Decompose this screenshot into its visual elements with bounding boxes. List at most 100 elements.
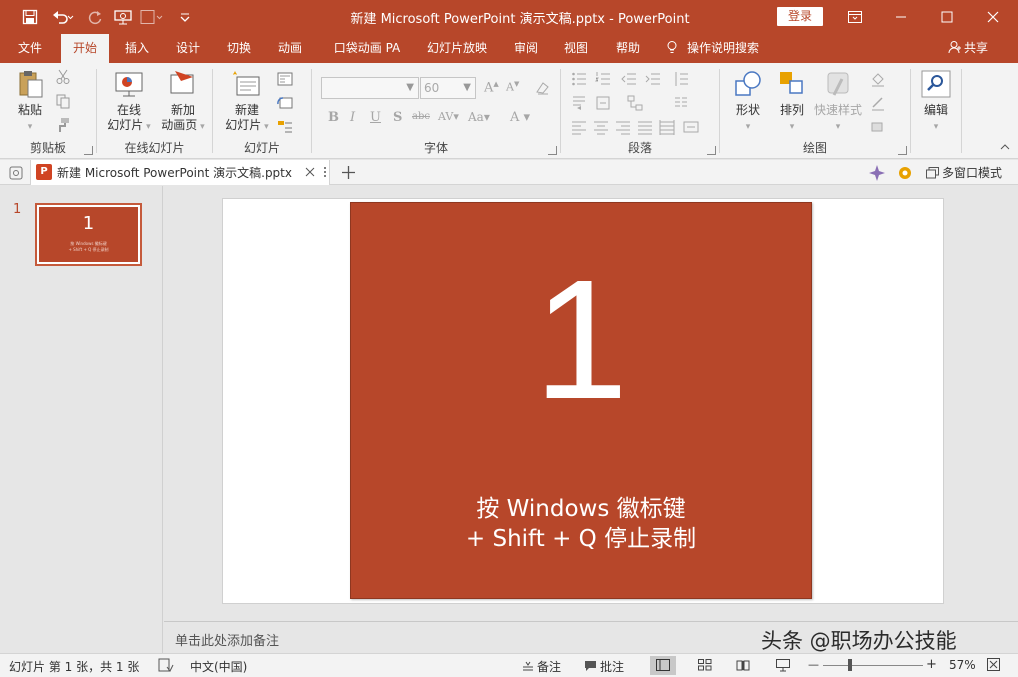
tell-me-search[interactable]: 操作说明搜索 xyxy=(665,34,759,63)
quick-styles-button[interactable]: 快速样式 ▾ xyxy=(812,69,864,135)
align-text-icon[interactable] xyxy=(595,95,611,111)
slide-thumbnail[interactable]: 1 按 Windows 徽标键 + Shift + Q 停止录制 xyxy=(35,203,142,266)
strikethrough-icon[interactable]: abc xyxy=(412,111,430,122)
bullets-icon[interactable] xyxy=(571,71,587,87)
reset-icon[interactable] xyxy=(277,95,293,111)
cut-icon[interactable] xyxy=(55,69,71,85)
customize-icon[interactable] xyxy=(176,5,194,29)
slideshow-button[interactable] xyxy=(770,656,796,675)
tab-insert[interactable]: 插入 xyxy=(113,34,161,63)
document-tab[interactable]: P 新建 Microsoft PowerPoint 演示文稿.pptx xyxy=(30,160,330,185)
line-spacing-icon[interactable] xyxy=(673,71,689,87)
zoom-out-button[interactable]: — xyxy=(808,658,819,671)
slide-area[interactable]: 1 按 Windows 徽标键 + Shift + Q 停止录制 xyxy=(222,198,944,604)
settings-icon[interactable] xyxy=(896,164,914,182)
font-color-icon[interactable]: A ▾ xyxy=(510,110,530,125)
zoom-level[interactable]: 57% xyxy=(949,658,976,672)
shapes-button[interactable]: 形状 ▾ xyxy=(726,69,770,135)
slide-text-line-2[interactable]: + Shift + Q 停止录制 xyxy=(351,519,811,553)
present-from-start-icon[interactable] xyxy=(112,5,134,29)
tab-transitions[interactable]: 切换 xyxy=(215,34,263,63)
ribbon-display-options-icon[interactable] xyxy=(832,0,878,34)
increase-indent-icon[interactable] xyxy=(645,71,661,87)
shape-outline-icon[interactable] xyxy=(870,95,886,111)
slide-text-line-1[interactable]: 按 Windows 徽标键 xyxy=(351,489,811,523)
convert-to-smartart-icon[interactable] xyxy=(683,119,699,135)
character-spacing-icon[interactable]: AV▾ xyxy=(438,110,459,123)
paste-button[interactable]: 粘贴 ▾ xyxy=(8,69,52,135)
reading-view-button[interactable] xyxy=(730,656,756,675)
align-left-icon[interactable] xyxy=(571,119,587,135)
section-icon[interactable] xyxy=(277,119,293,135)
font-name-select[interactable]: ▼ xyxy=(321,77,419,99)
align-right-icon[interactable] xyxy=(615,119,631,135)
minimize-icon[interactable] xyxy=(878,0,924,34)
shrink-font-icon[interactable]: A▼ xyxy=(506,80,519,94)
smartart-icon[interactable] xyxy=(627,95,643,111)
decrease-indent-icon[interactable] xyxy=(621,71,637,87)
tab-slideshow[interactable]: 幻灯片放映 xyxy=(420,34,494,63)
more-options-icon[interactable] xyxy=(323,166,327,178)
close-tab-icon[interactable] xyxy=(305,167,315,177)
sparkle-icon[interactable] xyxy=(868,164,886,182)
tab-help[interactable]: 帮助 xyxy=(604,34,652,63)
slide[interactable]: 1 按 Windows 徽标键 + Shift + Q 停止录制 xyxy=(350,202,812,599)
new-slide-icon[interactable] xyxy=(138,5,166,29)
new-slide-button[interactable]: 新建 幻灯片 ▾ xyxy=(219,69,275,135)
clipboard-launcher-icon[interactable] xyxy=(84,146,93,155)
clear-formatting-icon[interactable] xyxy=(534,80,550,96)
normal-view-button[interactable] xyxy=(650,656,676,675)
text-direction-icon[interactable] xyxy=(571,95,587,111)
layout-icon[interactable] xyxy=(277,71,293,87)
shape-effects-icon[interactable] xyxy=(870,119,886,135)
distributed-icon[interactable] xyxy=(659,119,675,135)
tab-animations[interactable]: 动画 xyxy=(266,34,314,63)
comments-toggle[interactable]: 批注 xyxy=(584,658,624,675)
tab-review[interactable]: 审阅 xyxy=(502,34,550,63)
numbering-icon[interactable] xyxy=(595,71,611,87)
language-indicator[interactable]: 中文(中国) xyxy=(190,658,247,675)
align-center-icon[interactable] xyxy=(593,119,609,135)
editing-button[interactable]: 编辑 ▾ xyxy=(915,69,957,135)
accessibility-icon[interactable] xyxy=(158,658,174,673)
format-painter-icon[interactable] xyxy=(55,117,71,133)
new-tab-icon[interactable] xyxy=(342,166,355,179)
slide-sorter-button[interactable] xyxy=(692,656,718,675)
notes-placeholder[interactable]: 单击此处添加备注 xyxy=(175,630,279,649)
arrange-button[interactable]: 排列 ▾ xyxy=(770,69,814,135)
zoom-slider-track[interactable] xyxy=(823,665,923,666)
share-button[interactable]: 共享 xyxy=(948,34,988,63)
shadow-icon[interactable]: S xyxy=(393,110,402,125)
grow-font-icon[interactable]: A▲ xyxy=(484,80,499,95)
shape-fill-icon[interactable] xyxy=(870,71,886,87)
drawing-launcher-icon[interactable] xyxy=(898,146,907,155)
undo-icon[interactable] xyxy=(48,5,78,29)
tab-design[interactable]: 设计 xyxy=(164,34,212,63)
collapse-ribbon-icon[interactable] xyxy=(1000,143,1010,151)
font-launcher-icon[interactable] xyxy=(548,146,557,155)
save-icon[interactable] xyxy=(16,5,44,29)
tab-pocket-animation[interactable]: 口袋动画 PA xyxy=(327,34,407,63)
tab-view[interactable]: 视图 xyxy=(552,34,600,63)
maximize-icon[interactable] xyxy=(924,0,970,34)
underline-icon[interactable]: U xyxy=(370,110,381,125)
columns-icon[interactable] xyxy=(673,95,689,111)
copy-icon[interactable] xyxy=(55,93,71,109)
tab-list-icon[interactable] xyxy=(8,165,24,181)
bold-icon[interactable]: B xyxy=(328,110,339,125)
font-size-select[interactable]: 60 ▼ xyxy=(420,77,476,99)
justify-icon[interactable] xyxy=(637,119,653,135)
paragraph-launcher-icon[interactable] xyxy=(707,146,716,155)
close-icon[interactable] xyxy=(970,0,1016,34)
slide-big-number[interactable]: 1 xyxy=(351,255,811,425)
multi-window-button[interactable]: 多窗口模式 xyxy=(926,164,1002,181)
zoom-slider-knob[interactable] xyxy=(848,659,852,671)
change-case-icon[interactable]: Aa▾ xyxy=(468,110,490,124)
tab-home[interactable]: 开始 xyxy=(61,34,109,63)
zoom-in-button[interactable]: + xyxy=(926,657,937,672)
fit-to-window-icon[interactable] xyxy=(987,658,1000,671)
notes-toggle[interactable]: 备注 xyxy=(522,658,561,675)
tab-file[interactable]: 文件 xyxy=(6,34,54,63)
italic-icon[interactable]: I xyxy=(350,110,355,125)
new-animation-page-button[interactable]: 新加 动画页 ▾ xyxy=(155,69,211,135)
